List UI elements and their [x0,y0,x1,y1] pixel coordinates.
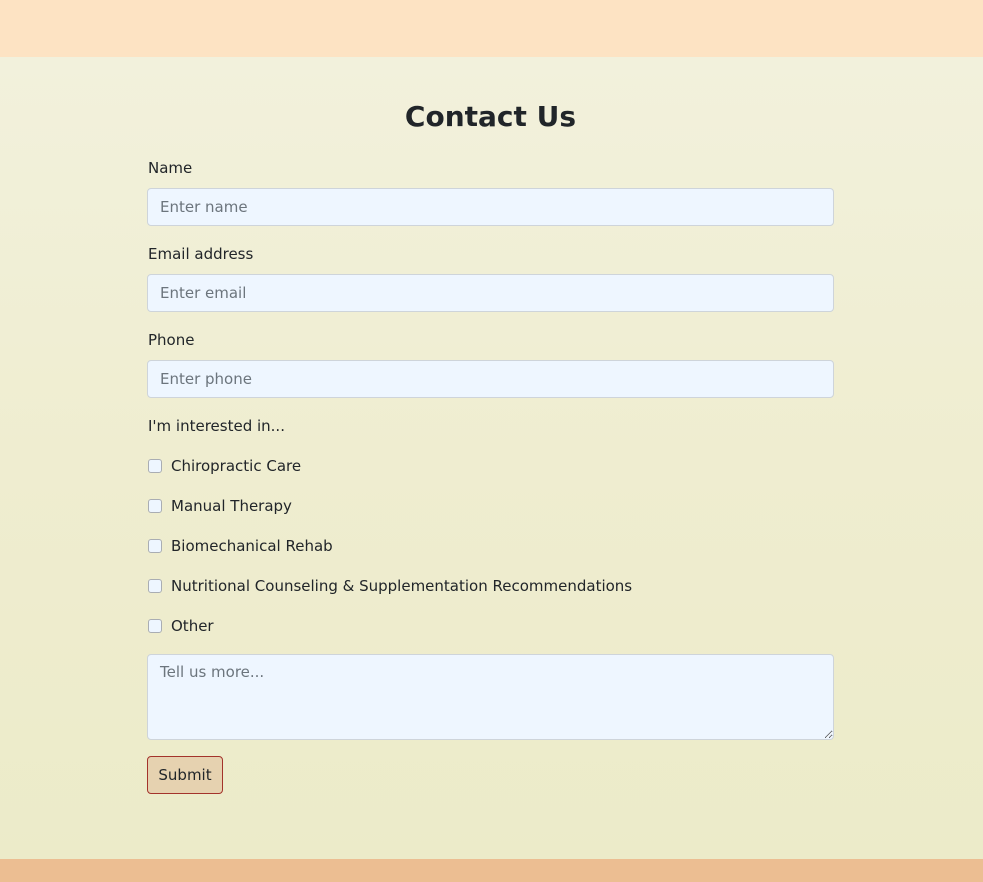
interest-option-biomechanical-rehab[interactable]: Biomechanical Rehab [147,536,333,556]
footer-band [0,859,983,882]
submit-button[interactable]: Submit [147,756,223,794]
biomechanical-rehab-label: Biomechanical Rehab [171,537,333,555]
interest-option-manual-therapy[interactable]: Manual Therapy [147,496,292,516]
nutritional-counseling-label: Nutritional Counseling & Supplementation… [171,577,633,595]
manual-therapy-checkbox[interactable] [148,499,162,513]
phone-input[interactable] [147,360,834,398]
interests-label: I'm interested in... [148,417,285,435]
interest-option-other[interactable]: Other [147,616,214,636]
chiropractic-care-label: Chiropractic Care [171,457,302,475]
interest-option-chiropractic-care[interactable]: Chiropractic Care [147,456,301,476]
biomechanical-rehab-checkbox[interactable] [148,539,162,553]
page-title: Contact Us [404,100,577,133]
chiropractic-care-checkbox[interactable] [148,459,162,473]
phone-label: Phone [148,331,195,349]
interest-option-nutritional-counseling[interactable]: Nutritional Counseling & Supplementation… [147,576,632,596]
message-textarea[interactable] [147,654,834,740]
nutritional-counseling-checkbox[interactable] [148,579,162,593]
header-band [0,0,983,57]
manual-therapy-label: Manual Therapy [171,497,292,515]
other-checkbox[interactable] [148,619,162,633]
name-input[interactable] [147,188,834,226]
name-label: Name [148,159,193,177]
email-input[interactable] [147,274,834,312]
email-label: Email address [148,245,254,263]
other-label: Other [171,617,214,635]
